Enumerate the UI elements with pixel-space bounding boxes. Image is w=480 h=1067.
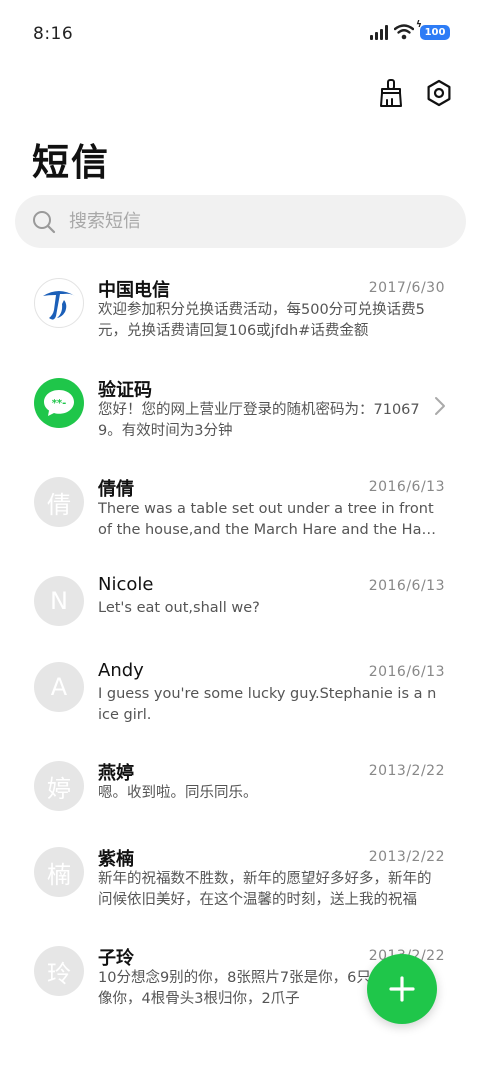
conversation-preview: I guess you're some lucky guy.Stephanie … [98,686,437,723]
conversation-name: 倩倩 [98,479,134,500]
verification-code-avatar: **- [34,378,84,428]
verification-code-icon: **- [44,390,74,416]
conversation-item[interactable]: **- 验证码 您好！您的网上营业厅登录的随机密码为：710679。有效时间为3… [0,358,480,450]
conversation-name: 子玲 [98,948,134,969]
chevron-right-icon [435,397,445,415]
conversation-date: 2017/6/30 [368,280,445,296]
contact-avatar: 倩 [34,477,84,527]
page-title: 短信 [32,141,110,184]
conversation-preview: 新年的祝福数不胜数，新年的愿望好多好多，新年的问候依旧美好，在这个温馨的时刻，送… [98,871,432,908]
status-bar: 8:16 ϟ 100 [0,0,480,70]
wifi-icon [394,24,414,40]
conversation-name: 验证码 [98,380,152,401]
conversation-item[interactable]: 婷 燕婷 2013/2/22 嗯。收到啦。同乐同乐。 [0,741,480,833]
conversation-item[interactable]: 倩 倩倩 2016/6/13 There was a table set out… [0,457,480,549]
conversation-name: 燕婷 [98,763,134,784]
settings-button[interactable] [424,78,454,108]
china-telecom-logo [34,278,84,328]
search-input[interactable] [69,211,409,232]
contact-avatar: N [34,576,84,626]
conversation-item[interactable]: A Andy 2016/6/13 I guess you're some luc… [0,642,480,734]
status-time: 8:16 [33,24,74,44]
plus-icon [389,976,415,1002]
conversation-item[interactable]: 中国电信 2017/6/30 欢迎参加积分兑换话费活动，每500分可兑换话费5元… [0,258,480,350]
conversation-preview: There was a table set out under a tree i… [98,501,434,538]
contact-avatar: 婷 [34,761,84,811]
contact-avatar: 玲 [34,946,84,996]
conversation-name: Andy [98,660,144,681]
conversation-item[interactable]: 楠 紫楠 2013/2/22 新年的祝福数不胜数，新年的愿望好多好多，新年的问候… [0,827,480,919]
signal-icon [370,24,388,40]
conversation-name: Nicole [98,574,154,595]
conversation-preview: Let's eat out,shall we? [98,600,260,616]
search-bar[interactable] [15,195,466,248]
battery-level: 100 [424,26,446,38]
conversation-preview: 您好！您的网上营业厅登录的随机密码为：710679。有效时间为3分钟 [98,402,420,439]
contact-avatar: A [34,662,84,712]
settings-icon [427,79,451,107]
conversation-name: 紫楠 [98,849,134,870]
conversation-item[interactable]: N Nicole 2016/6/13 Let's eat out,shall w… [0,556,480,648]
conversation-preview: 嗯。收到啦。同乐同乐。 [98,785,258,801]
battery-icon: ϟ 100 [416,20,450,40]
conversation-date: 2016/6/13 [368,664,445,680]
top-actions [376,78,454,108]
contact-avatar: 楠 [34,847,84,897]
status-icons: ϟ 100 [370,20,450,40]
china-telecom-icon [43,291,75,320]
conversation-date: 2016/6/13 [368,578,445,594]
charging-icon: ϟ [416,19,422,30]
conversation-date: 2016/6/13 [368,479,445,495]
search-icon [33,210,56,233]
conversation-date: 2013/2/22 [368,763,445,779]
new-message-button[interactable] [367,954,437,1024]
conversation-preview: 欢迎参加积分兑换话费活动，每500分可兑换话费5元，兑换话费请回复106或jfd… [98,302,425,339]
clean-icon [380,79,402,107]
clean-button[interactable] [376,78,406,108]
conversation-date: 2013/2/22 [368,849,445,865]
conversation-name: 中国电信 [98,280,170,301]
verification-code-text: **- [52,398,67,409]
